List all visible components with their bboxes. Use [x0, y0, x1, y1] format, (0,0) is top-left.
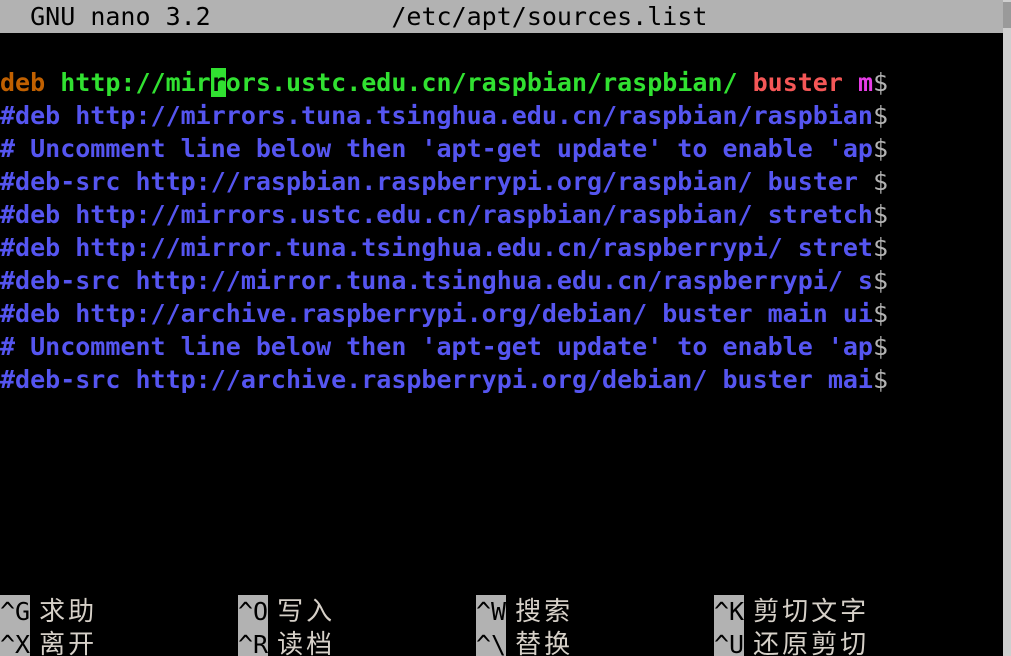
- shortcut-item[interactable]: ^W 搜索: [476, 595, 573, 628]
- shortcut-item[interactable]: ^O 写入: [238, 595, 335, 628]
- editor-text-segment: buster: [752, 68, 858, 97]
- nano-title-bar: GNU nano 3.2 /etc/apt/sources.list: [0, 0, 1003, 33]
- shortcut-label: 求助: [39, 597, 98, 627]
- nano-terminal-window: GNU nano 3.2 /etc/apt/sources.list deb h…: [0, 0, 1011, 656]
- editor-text-segment: http://mir: [60, 68, 211, 97]
- editor-text-area[interactable]: deb http://mirrors.ustc.edu.cn/raspbian/…: [0, 66, 1003, 561]
- shortcut-item[interactable]: ^G 求助: [0, 595, 97, 628]
- shortcut-key-badge[interactable]: ^K: [714, 595, 745, 628]
- shortcut-key-badge[interactable]: ^R: [238, 628, 269, 656]
- shortcut-key-badge[interactable]: ^G: [0, 595, 31, 628]
- shortcut-label: 读档: [277, 630, 336, 656]
- shortcut-label: 替换: [515, 630, 574, 656]
- editor-line[interactable]: # Uncomment line below then 'apt-get upd…: [0, 330, 1003, 363]
- line-continuation-marker: $: [872, 299, 889, 328]
- editor-text-segment: #deb http://mirrors.tuna.tsinghua.edu.cn…: [0, 101, 873, 130]
- editor-text-segment: #deb http://archive.raspberrypi.org/debi…: [0, 299, 873, 328]
- shortcut-key-badge[interactable]: ^U: [714, 628, 745, 656]
- shortcut-label: 写入: [277, 597, 336, 627]
- shortcut-label: 搜索: [515, 597, 574, 627]
- shortcut-item[interactable]: ^\ 替换: [476, 628, 573, 656]
- app-version-label: GNU nano 3.2: [30, 2, 211, 31]
- shortcut-key-badge[interactable]: ^O: [238, 595, 269, 628]
- editor-text-segment: #deb http://mirror.tuna.tsinghua.edu.cn/…: [0, 233, 873, 262]
- shortcut-item[interactable]: ^U 还原剪切: [714, 628, 869, 656]
- shortcut-row-2: ^X 离开 ^R 读档 ^\ 替换 ^U 还原剪切: [0, 628, 1003, 656]
- editor-text-segment: #deb-src http://mirror.tuna.tsinghua.edu…: [0, 266, 873, 295]
- line-continuation-marker: $: [872, 101, 889, 130]
- filename-label: /etc/apt/sources.list: [391, 2, 708, 31]
- scrollbar-thumb[interactable]: [1003, 2, 1011, 28]
- vertical-scrollbar[interactable]: [1003, 0, 1011, 656]
- editor-line[interactable]: #deb-src http://raspbian.raspberrypi.org…: [0, 165, 1003, 198]
- editor-text-segment: #deb http://mirrors.ustc.edu.cn/raspbian…: [0, 200, 873, 229]
- editor-line[interactable]: deb http://mirrors.ustc.edu.cn/raspbian/…: [0, 66, 1003, 99]
- editor-line[interactable]: #deb http://mirror.tuna.tsinghua.edu.cn/…: [0, 231, 1003, 264]
- shortcut-item[interactable]: ^K 剪切文字: [714, 595, 869, 628]
- line-continuation-marker: $: [872, 365, 889, 394]
- text-cursor: r: [210, 68, 226, 97]
- title-gap: [211, 0, 392, 33]
- shortcut-row-1: ^G 求助 ^O 写入 ^W 搜索 ^K 剪切文字: [0, 595, 1003, 628]
- shortcut-label: 剪切文字: [753, 597, 870, 627]
- editor-text-segment: # Uncomment line below then 'apt-get upd…: [0, 134, 873, 163]
- editor-text-segment: # Uncomment line below then 'apt-get upd…: [0, 332, 873, 361]
- editor-text-segment: #deb-src http://raspbian.raspberrypi.org…: [0, 167, 873, 196]
- editor-text-segment: m: [857, 68, 874, 97]
- shortcut-item[interactable]: ^X 离开: [0, 628, 97, 656]
- editor-line[interactable]: #deb http://archive.raspberrypi.org/debi…: [0, 297, 1003, 330]
- line-continuation-marker: $: [873, 68, 889, 97]
- editor-line[interactable]: #deb-src http://archive.raspberrypi.org/…: [0, 363, 1003, 396]
- shortcut-item[interactable]: ^R 读档: [238, 628, 335, 656]
- editor-line[interactable]: #deb http://mirrors.tuna.tsinghua.edu.cn…: [0, 99, 1003, 132]
- line-continuation-marker: $: [872, 233, 889, 262]
- shortcut-key-badge[interactable]: ^\: [476, 628, 507, 656]
- shortcut-label: 还原剪切: [753, 630, 870, 656]
- editor-line[interactable]: # Uncomment line below then 'apt-get upd…: [0, 132, 1003, 165]
- line-continuation-marker: $: [872, 134, 889, 163]
- editor-line[interactable]: #deb http://mirrors.ustc.edu.cn/raspbian…: [0, 198, 1003, 231]
- shortcut-key-badge[interactable]: ^W: [476, 595, 507, 628]
- shortcut-help-bar: ^G 求助 ^O 写入 ^W 搜索 ^K 剪切文字 ^X 离开 ^R 读档 ^\ 替换 ^U 还原剪切: [0, 595, 1003, 656]
- editor-text-segment: ors.ustc.edu.cn/raspbian/raspbian/: [225, 68, 753, 97]
- line-continuation-marker: $: [872, 167, 889, 196]
- editor-text-segment: #deb-src http://archive.raspberrypi.org/…: [0, 365, 873, 394]
- shortcut-label: 离开: [39, 630, 98, 656]
- line-continuation-marker: $: [872, 266, 889, 295]
- editor-line[interactable]: #deb-src http://mirror.tuna.tsinghua.edu…: [0, 264, 1003, 297]
- line-continuation-marker: $: [872, 332, 889, 361]
- shortcut-key-badge[interactable]: ^X: [0, 628, 31, 656]
- line-continuation-marker: $: [872, 200, 889, 229]
- editor-text-segment: deb: [0, 68, 61, 97]
- title-left-pad: [0, 0, 30, 33]
